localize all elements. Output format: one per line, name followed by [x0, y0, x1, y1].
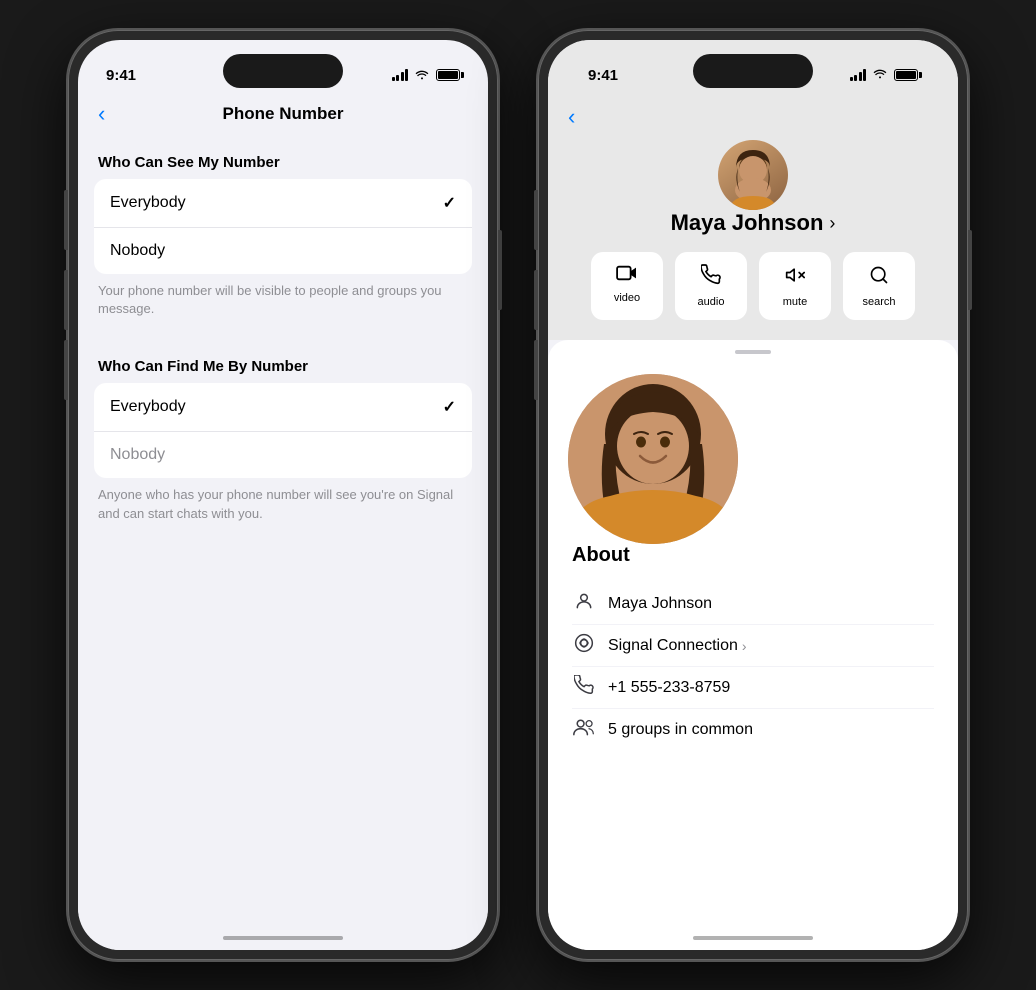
signal-strength-icon	[392, 69, 409, 81]
about-name-text: Maya Johnson	[608, 595, 712, 613]
r-battery-icon	[894, 69, 918, 81]
phone-icon	[572, 675, 596, 700]
signal-connection-icon	[572, 633, 596, 658]
about-name-row: Maya Johnson	[572, 583, 934, 625]
who-can-find-card: Everybody ✓ Nobody	[94, 383, 472, 478]
find-everybody-row[interactable]: Everybody ✓	[94, 383, 472, 432]
see-everybody-row[interactable]: Everybody ✓	[94, 179, 472, 228]
contact-name-row: Maya Johnson ›	[671, 210, 836, 236]
contact-back-button[interactable]: ‹	[568, 104, 575, 130]
signal-connection-chevron: ›	[742, 638, 747, 654]
nav-bar: ‹ Phone Number	[78, 94, 488, 134]
right-phone-screen: 9:41	[548, 40, 958, 950]
contact-avatar-small	[718, 140, 788, 210]
search-icon	[869, 264, 889, 292]
home-indicator	[223, 936, 343, 940]
left-phone: 9:41 ‹ Phone Number	[68, 30, 498, 960]
search-button[interactable]: search	[843, 252, 915, 320]
section1-header: Who Can See My Number	[78, 134, 488, 179]
see-everybody-check: ✓	[443, 193, 456, 213]
nav-title: Phone Number	[223, 104, 344, 124]
right-status-time: 9:41	[588, 67, 618, 84]
avatar-large-svg	[568, 374, 738, 544]
mute-icon	[785, 264, 805, 292]
about-phone-text: +1 555-233-8759	[608, 679, 730, 697]
find-everybody-label: Everybody	[110, 398, 186, 416]
section1-footer: Your phone number will be visible to peo…	[78, 274, 488, 338]
back-button[interactable]: ‹	[98, 101, 105, 127]
person-icon	[572, 591, 596, 616]
contact-name: Maya Johnson	[671, 210, 824, 236]
r-wifi-icon	[872, 66, 888, 84]
about-section: About Maya Johnson	[568, 544, 938, 750]
audio-button[interactable]: audio	[675, 252, 747, 320]
video-button[interactable]: video	[591, 252, 663, 320]
contact-nav: ‹	[568, 94, 938, 140]
mute-label: mute	[783, 296, 807, 308]
bottom-panel: About Maya Johnson	[548, 340, 958, 950]
search-label: search	[862, 296, 895, 308]
right-notch	[693, 54, 813, 88]
see-nobody-row[interactable]: Nobody	[94, 228, 472, 274]
right-home-indicator	[693, 936, 813, 940]
about-groups-text: 5 groups in common	[608, 721, 753, 739]
signal-connection-text: Signal Connection	[608, 637, 738, 655]
left-phone-screen: 9:41 ‹ Phone Number	[78, 40, 488, 950]
panel-content: About Maya Johnson	[548, 354, 958, 950]
r-signal-icon	[850, 69, 867, 81]
wifi-icon	[414, 68, 430, 83]
left-status-icons	[392, 68, 461, 83]
find-everybody-check: ✓	[443, 397, 456, 417]
see-nobody-label: Nobody	[110, 242, 165, 260]
right-status-icons	[850, 66, 919, 84]
contact-screen: 9:41	[548, 40, 958, 950]
audio-label: audio	[698, 296, 725, 308]
find-nobody-row[interactable]: Nobody	[94, 432, 472, 478]
find-nobody-label: Nobody	[110, 446, 165, 464]
left-notch	[223, 54, 343, 88]
about-groups-row: 5 groups in common	[572, 709, 934, 750]
groups-icon	[572, 717, 596, 742]
who-can-see-card: Everybody ✓ Nobody	[94, 179, 472, 274]
audio-icon	[701, 264, 721, 292]
avatar-small-svg	[718, 140, 788, 210]
video-icon	[616, 264, 638, 288]
about-phone-row: +1 555-233-8759	[572, 667, 934, 709]
mute-button[interactable]: mute	[759, 252, 831, 320]
left-status-time: 9:41	[106, 67, 136, 84]
contact-name-chevron[interactable]: ›	[829, 213, 835, 234]
phone-number-screen: ‹ Phone Number Who Can See My Number Eve…	[78, 94, 488, 950]
section2-header: Who Can Find Me By Number	[78, 338, 488, 383]
about-connection-row[interactable]: Signal Connection ›	[572, 625, 934, 667]
battery-icon	[436, 69, 460, 81]
action-buttons: video audio	[568, 252, 938, 320]
see-everybody-label: Everybody	[110, 194, 186, 212]
video-label: video	[614, 292, 640, 304]
section2-footer: Anyone who has your phone number will se…	[78, 478, 488, 542]
right-phone: 9:41	[538, 30, 968, 960]
about-title: About	[572, 544, 934, 567]
signal-connection-row-right: Signal Connection ›	[608, 637, 747, 655]
contact-avatar-large	[568, 374, 738, 544]
